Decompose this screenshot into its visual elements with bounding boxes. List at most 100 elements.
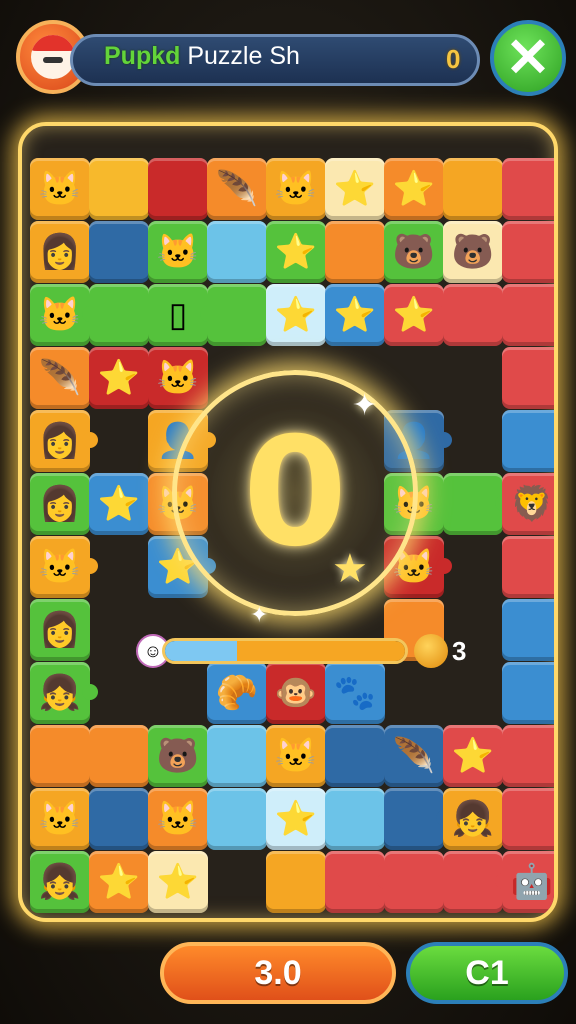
puzzle-tile[interactable] xyxy=(502,347,554,409)
puzzle-tile[interactable]: ⭐ xyxy=(148,851,208,913)
puzzle-tile[interactable]: ⭐ xyxy=(443,725,511,787)
puzzle-knob xyxy=(554,180,558,196)
tile-icon: 🪶 xyxy=(38,359,82,397)
puzzle-tile[interactable] xyxy=(502,662,554,724)
puzzle-tile[interactable]: 👩 xyxy=(30,473,90,535)
puzzle-tile[interactable]: ▯ xyxy=(148,284,216,346)
puzzle-tile[interactable] xyxy=(443,851,511,913)
tile-icon: ⭐ xyxy=(274,800,318,838)
puzzle-knob xyxy=(554,558,558,574)
puzzle-tile[interactable] xyxy=(502,788,554,850)
level-progress-bar xyxy=(162,638,408,664)
puzzle-tile[interactable] xyxy=(207,284,267,346)
puzzle-tile[interactable]: 👩 xyxy=(30,221,90,283)
puzzle-tile[interactable] xyxy=(266,851,326,913)
puzzle-tile[interactable]: 🐱 xyxy=(30,158,98,220)
tile-icon: ⭐ xyxy=(97,485,141,523)
puzzle-tile[interactable]: ⭐ xyxy=(384,284,452,346)
puzzle-tile[interactable] xyxy=(502,221,554,283)
puzzle-tile[interactable]: 👧 xyxy=(30,851,90,913)
tile-icon: ⭐ xyxy=(392,170,436,208)
puzzle-tile[interactable] xyxy=(502,536,558,598)
puzzle-tile[interactable]: 🐻 xyxy=(148,725,208,787)
puzzle-tile[interactable] xyxy=(384,851,444,913)
puzzle-tile[interactable]: 🐱 xyxy=(30,284,98,346)
puzzle-tile[interactable] xyxy=(325,788,385,850)
puzzle-tile[interactable]: ⭐ xyxy=(325,284,385,346)
puzzle-tile[interactable] xyxy=(89,284,149,346)
puzzle-tile[interactable]: 🐻 xyxy=(384,221,444,283)
puzzle-tile[interactable] xyxy=(89,725,157,787)
puzzle-tile[interactable] xyxy=(148,158,216,220)
puzzle-tile[interactable] xyxy=(325,851,393,913)
puzzle-tile[interactable] xyxy=(384,788,452,850)
multiplier-button[interactable]: 3.0 xyxy=(160,942,396,1004)
tile-icon: 🪶 xyxy=(215,170,259,208)
puzzle-tile[interactable] xyxy=(207,221,275,283)
center-score-value: 0 xyxy=(242,406,348,580)
puzzle-tile[interactable]: ⭐ xyxy=(266,284,334,346)
puzzle-tile[interactable]: 🪶 xyxy=(30,347,90,409)
tile-icon: 🥐 xyxy=(215,674,259,712)
puzzle-tile[interactable]: 🪶 xyxy=(384,725,444,787)
tile-icon: 👩 xyxy=(38,422,82,460)
puzzle-tile[interactable]: 🐱 xyxy=(266,158,334,220)
tile-icon: ⭐ xyxy=(97,863,141,901)
puzzle-tile[interactable]: ⭐ xyxy=(266,788,334,850)
tile-icon: 🐱 xyxy=(156,233,200,271)
puzzle-tile[interactable]: 🐱 xyxy=(148,788,216,850)
puzzle-tile[interactable] xyxy=(207,725,275,787)
puzzle-knob xyxy=(436,558,452,574)
puzzle-tile[interactable]: ⭐ xyxy=(89,473,157,535)
puzzle-tile[interactable]: 🐱 xyxy=(30,788,98,850)
puzzle-tile[interactable]: 🐵 xyxy=(266,662,334,724)
puzzle-tile[interactable]: 👩 xyxy=(30,599,90,661)
tile-icon: 👧 xyxy=(38,863,82,901)
puzzle-tile[interactable]: 🦁 xyxy=(502,473,554,535)
puzzle-tile[interactable]: ⭐ xyxy=(384,158,452,220)
puzzle-tile[interactable]: 🪶 xyxy=(207,158,267,220)
puzzle-tile[interactable]: 🐾 xyxy=(325,662,385,724)
tile-icon: 👧 xyxy=(451,800,495,838)
puzzle-tile[interactable] xyxy=(89,221,157,283)
game-title-green: Pupkd xyxy=(104,42,181,70)
puzzle-tile[interactable] xyxy=(502,158,558,220)
tile-icon: 👩 xyxy=(38,485,82,523)
tile-icon: 🤖 xyxy=(510,863,554,901)
puzzle-tile[interactable]: 👧 xyxy=(443,788,503,850)
puzzle-tile[interactable] xyxy=(502,284,554,346)
puzzle-tile[interactable]: 🥐 xyxy=(207,662,267,724)
puzzle-tile[interactable]: 👩 xyxy=(30,410,98,472)
puzzle-tile[interactable] xyxy=(89,158,149,220)
sparkle-icon: ✦ xyxy=(352,389,378,422)
puzzle-tile[interactable] xyxy=(502,725,554,787)
puzzle-tile[interactable]: 🐱 xyxy=(30,536,98,598)
puzzle-tile[interactable]: 🐱 xyxy=(148,221,208,283)
close-button[interactable]: ✕ xyxy=(490,20,566,96)
puzzle-tile[interactable] xyxy=(207,788,267,850)
puzzle-tile[interactable]: 👧 xyxy=(30,662,98,724)
puzzle-tile[interactable]: 🐱 xyxy=(266,725,326,787)
puzzle-tile[interactable]: 🐻 xyxy=(443,221,511,283)
star-shard-icon: ★ xyxy=(332,547,368,591)
puzzle-tile[interactable]: 🤖 xyxy=(502,851,554,913)
puzzle-tile[interactable] xyxy=(443,158,503,220)
tile-icon: 🐵 xyxy=(274,674,318,712)
puzzle-tile[interactable] xyxy=(325,725,393,787)
puzzle-tile[interactable] xyxy=(502,599,554,661)
puzzle-tile[interactable]: ⭐ xyxy=(325,158,385,220)
confirm-button[interactable]: C1 xyxy=(406,942,568,1004)
tile-icon: 🐻 xyxy=(392,233,436,271)
puzzle-tile[interactable] xyxy=(502,410,554,472)
puzzle-tile[interactable] xyxy=(443,284,503,346)
tile-icon: 🐱 xyxy=(38,800,82,838)
puzzle-tile[interactable] xyxy=(30,725,90,787)
puzzle-tile[interactable]: ⭐ xyxy=(89,347,157,409)
tile-icon: ▯ xyxy=(168,296,188,334)
tile-icon: 🐾 xyxy=(333,674,377,712)
puzzle-tile[interactable] xyxy=(325,221,393,283)
puzzle-tile[interactable]: ⭐ xyxy=(89,851,157,913)
puzzle-tile[interactable] xyxy=(89,788,149,850)
puzzle-tile[interactable] xyxy=(443,473,511,535)
puzzle-tile[interactable]: ⭐ xyxy=(266,221,326,283)
